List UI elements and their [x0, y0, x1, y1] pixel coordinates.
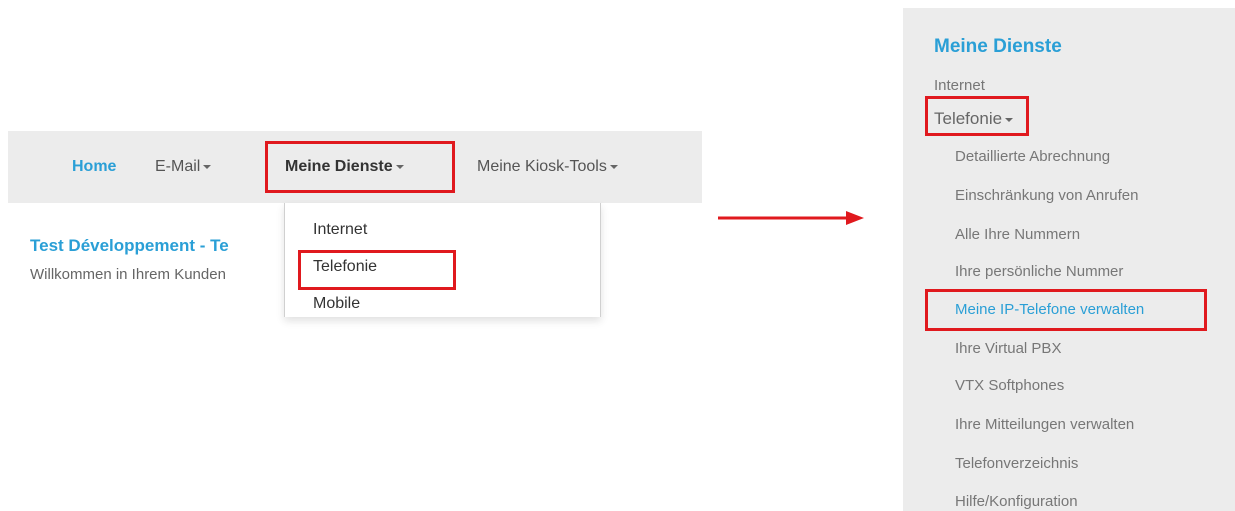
- nav-home-link[interactable]: Home: [72, 131, 116, 203]
- dropdown-item-mobile[interactable]: Mobile: [313, 295, 360, 313]
- sidebar-subitem-telefonverzeichnis[interactable]: Telefonverzeichnis: [955, 455, 1078, 472]
- sidebar-subitem-alle-ihre-nummern[interactable]: Alle Ihre Nummern: [955, 226, 1080, 243]
- sidebar-subitem-einschraenkung-von-anrufen[interactable]: Einschränkung von Anrufen: [955, 187, 1138, 204]
- sidebar-item-internet[interactable]: Internet: [934, 77, 985, 94]
- sidebar-subitem-vtx-softphones[interactable]: VTX Softphones: [955, 377, 1064, 394]
- services-sidebar: Meine Dienste Internet Telefonie Detaill…: [903, 8, 1235, 511]
- sidebar-subitem-mitteilungen-verwalten[interactable]: Ihre Mitteilungen verwalten: [955, 416, 1134, 433]
- nav-kiosk-tools-menu[interactable]: Meine Kiosk-Tools: [477, 131, 618, 203]
- sidebar-subitem-hilfe-konfiguration[interactable]: Hilfe/Konfiguration: [955, 493, 1078, 510]
- highlight-box-meine-dienste: [265, 141, 455, 193]
- nav-email-label: E-Mail: [155, 158, 201, 175]
- sidebar-subitem-detaillierte-abrechnung[interactable]: Detaillierte Abrechnung: [955, 148, 1110, 165]
- highlight-box-telefonie: [298, 250, 456, 290]
- page-subtitle: Willkommen in Ihrem Kunden: [30, 266, 226, 283]
- nav-kiosk-tools-label: Meine Kiosk-Tools: [477, 158, 607, 175]
- page-title: Test Développement - Te: [30, 236, 229, 255]
- caret-down-icon: [203, 164, 212, 169]
- sidebar-title: Meine Dienste: [934, 36, 1062, 57]
- dropdown-item-internet[interactable]: Internet: [313, 221, 367, 239]
- highlight-box-sidebar-telefonie: [925, 96, 1029, 136]
- arrow-right-icon: [718, 211, 864, 225]
- sidebar-subitem-virtual-pbx[interactable]: Ihre Virtual PBX: [955, 340, 1061, 357]
- caret-down-icon: [609, 164, 618, 169]
- sidebar-subitem-persoenliche-nummer[interactable]: Ihre persönliche Nummer: [955, 263, 1123, 280]
- nav-email-menu[interactable]: E-Mail: [155, 131, 212, 203]
- highlight-box-ip-telefone: [925, 289, 1207, 331]
